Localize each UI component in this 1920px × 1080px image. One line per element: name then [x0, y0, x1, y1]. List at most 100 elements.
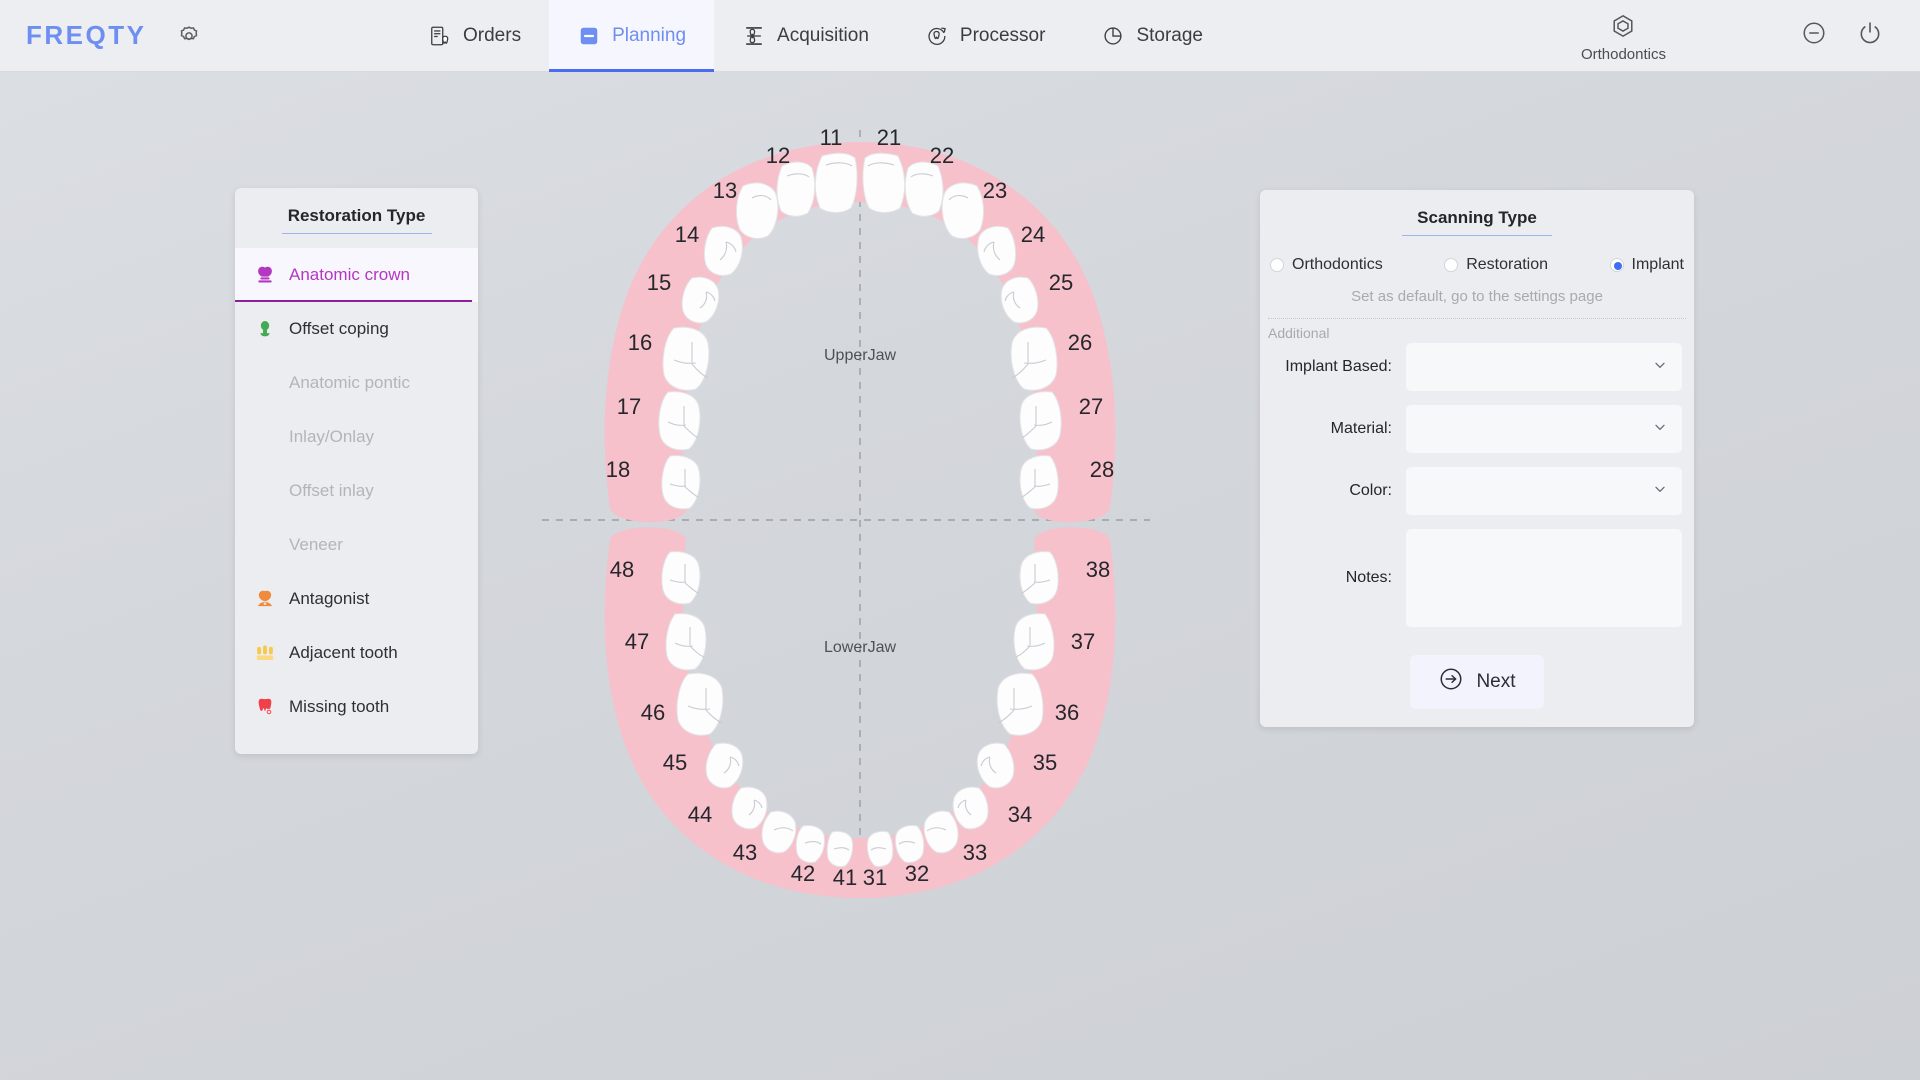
select-material[interactable] [1406, 405, 1682, 453]
tooth-15 [681, 276, 720, 324]
acquisition-scan-icon [742, 24, 766, 48]
next-button[interactable]: Next [1410, 655, 1544, 709]
additional-section-label: Additional [1268, 325, 1330, 341]
tooth-number-33: 33 [963, 840, 987, 865]
tab-label: Planning [612, 25, 687, 46]
tooth-number-37: 37 [1071, 629, 1095, 654]
radio-label: Orthodontics [1292, 256, 1383, 273]
tab-label: Acquisition [777, 25, 869, 46]
tooth-35 [976, 742, 1015, 789]
antagonist-tooth-icon [254, 588, 276, 610]
tooth-37 [1013, 613, 1055, 671]
restoration-item-missing-tooth[interactable]: Missing tooth [235, 680, 478, 734]
tooth-14 [703, 225, 743, 277]
tooth-number-26: 26 [1068, 330, 1092, 355]
mode-indicator-orthodontics[interactable]: Orthodontics [1581, 9, 1666, 63]
radio-label: Implant [1631, 256, 1684, 273]
chevron-down-icon [1652, 357, 1668, 378]
tooth-number-17: 17 [617, 394, 641, 419]
field-row-notes: Notes: [1260, 529, 1694, 627]
restoration-item-anatomic-pontic: Anatomic pontic [235, 356, 478, 410]
tooth-number-43: 43 [733, 840, 757, 865]
tooth-45 [705, 742, 744, 789]
field-row-color: Color: [1260, 467, 1694, 515]
crown-tooth-icon [254, 264, 276, 286]
field-row-material: Material: [1260, 405, 1694, 453]
tooth-27 [1019, 391, 1062, 451]
tab-planning[interactable]: Planning [549, 0, 715, 72]
tooth-number-21: 21 [877, 125, 901, 150]
panel-title-restoration-type: Restoration Type [281, 206, 432, 234]
tooth-number-47: 47 [625, 629, 649, 654]
tooth-24 [977, 225, 1017, 277]
tooth-number-12: 12 [766, 143, 790, 168]
restoration-item-antagonist[interactable]: Antagonist [235, 572, 478, 626]
restoration-item-adjacent-tooth[interactable]: Adjacent tooth [235, 626, 478, 680]
tooth-number-34: 34 [1008, 802, 1032, 827]
scanning-type-radio-group: Orthodontics Restoration Implant [1260, 250, 1694, 274]
tooth-48 [661, 551, 701, 605]
tooth-18 [661, 455, 701, 510]
radio-circle-icon [1444, 258, 1459, 272]
minimize-button[interactable] [1786, 0, 1842, 72]
restoration-item-anatomic-crown[interactable]: Anatomic crown [235, 248, 478, 302]
power-button[interactable] [1842, 0, 1898, 72]
tab-label: Orders [463, 25, 522, 46]
notes-textarea[interactable] [1406, 529, 1682, 627]
tooth-number-36: 36 [1055, 700, 1079, 725]
minimize-circle-icon [1801, 20, 1827, 51]
missing-tooth-icon [254, 696, 276, 718]
restoration-item-inlay-onlay: Inlay/Onlay [235, 410, 478, 464]
select-color[interactable] [1406, 467, 1682, 515]
tooth-number-13: 13 [713, 178, 737, 203]
tooth-31 [866, 830, 894, 868]
tab-orders[interactable]: Orders [400, 0, 549, 72]
field-row-implant-based: Implant Based: [1260, 343, 1694, 391]
tab-acquisition[interactable]: Acquisition [714, 0, 897, 72]
tooth-number-38: 38 [1086, 557, 1110, 582]
brand-zone: FREQTY [0, 0, 400, 71]
restoration-item-label: Antagonist [289, 589, 370, 608]
tooth-number-23: 23 [983, 178, 1007, 203]
restoration-item-label: Offset coping [289, 319, 389, 338]
radio-orthodontics[interactable]: Orthodontics [1270, 256, 1383, 274]
tooth-number-44: 44 [688, 802, 712, 827]
tooth-number-11: 11 [820, 125, 843, 150]
coping-tooth-icon [254, 318, 276, 340]
tooth-12 [776, 161, 816, 217]
tooth-28 [1019, 455, 1059, 510]
panel-title-scanning-type: Scanning Type [1402, 208, 1552, 236]
restoration-item-offset-coping[interactable]: Offset coping [235, 302, 478, 356]
field-label-notes: Notes: [1345, 569, 1392, 586]
tab-storage[interactable]: Storage [1073, 0, 1231, 72]
tooth-number-15: 15 [647, 270, 671, 295]
tooth-11 [814, 152, 858, 213]
restoration-item-label: Anatomic pontic [289, 373, 410, 392]
tooth-number-27: 27 [1079, 394, 1103, 419]
tooth-17 [658, 391, 701, 451]
restoration-item-label: Veneer [289, 535, 343, 554]
planning-panel-icon [577, 24, 601, 48]
tab-processor[interactable]: Processor [897, 0, 1074, 72]
adjacent-tooth-icon [254, 642, 276, 664]
tab-label: Storage [1136, 25, 1203, 46]
gear-icon[interactable] [172, 19, 206, 53]
field-label-color: Color: [1349, 482, 1392, 499]
radio-restoration[interactable]: Restoration [1444, 256, 1548, 274]
restoration-item-offset-inlay: Offset inlay [235, 464, 478, 518]
header-right-zone: Orthodontics [1581, 0, 1920, 71]
restoration-item-label: Offset inlay [289, 481, 374, 500]
tooth-number-18: 18 [606, 457, 630, 482]
lower-jaw-label: LowerJaw [824, 639, 896, 656]
tooth-13 [735, 182, 779, 239]
select-implant-based[interactable] [1406, 343, 1682, 391]
hexagon-target-icon [1610, 13, 1636, 44]
tooth-16 [662, 326, 710, 391]
next-button-row: Next [1260, 641, 1694, 709]
tooth-26 [1010, 326, 1058, 391]
tooth-number-28: 28 [1090, 457, 1114, 482]
radio-implant[interactable]: Implant [1609, 256, 1684, 274]
tooth-number-22: 22 [930, 143, 954, 168]
power-icon [1857, 20, 1883, 51]
tooth-number-48: 48 [610, 557, 634, 582]
